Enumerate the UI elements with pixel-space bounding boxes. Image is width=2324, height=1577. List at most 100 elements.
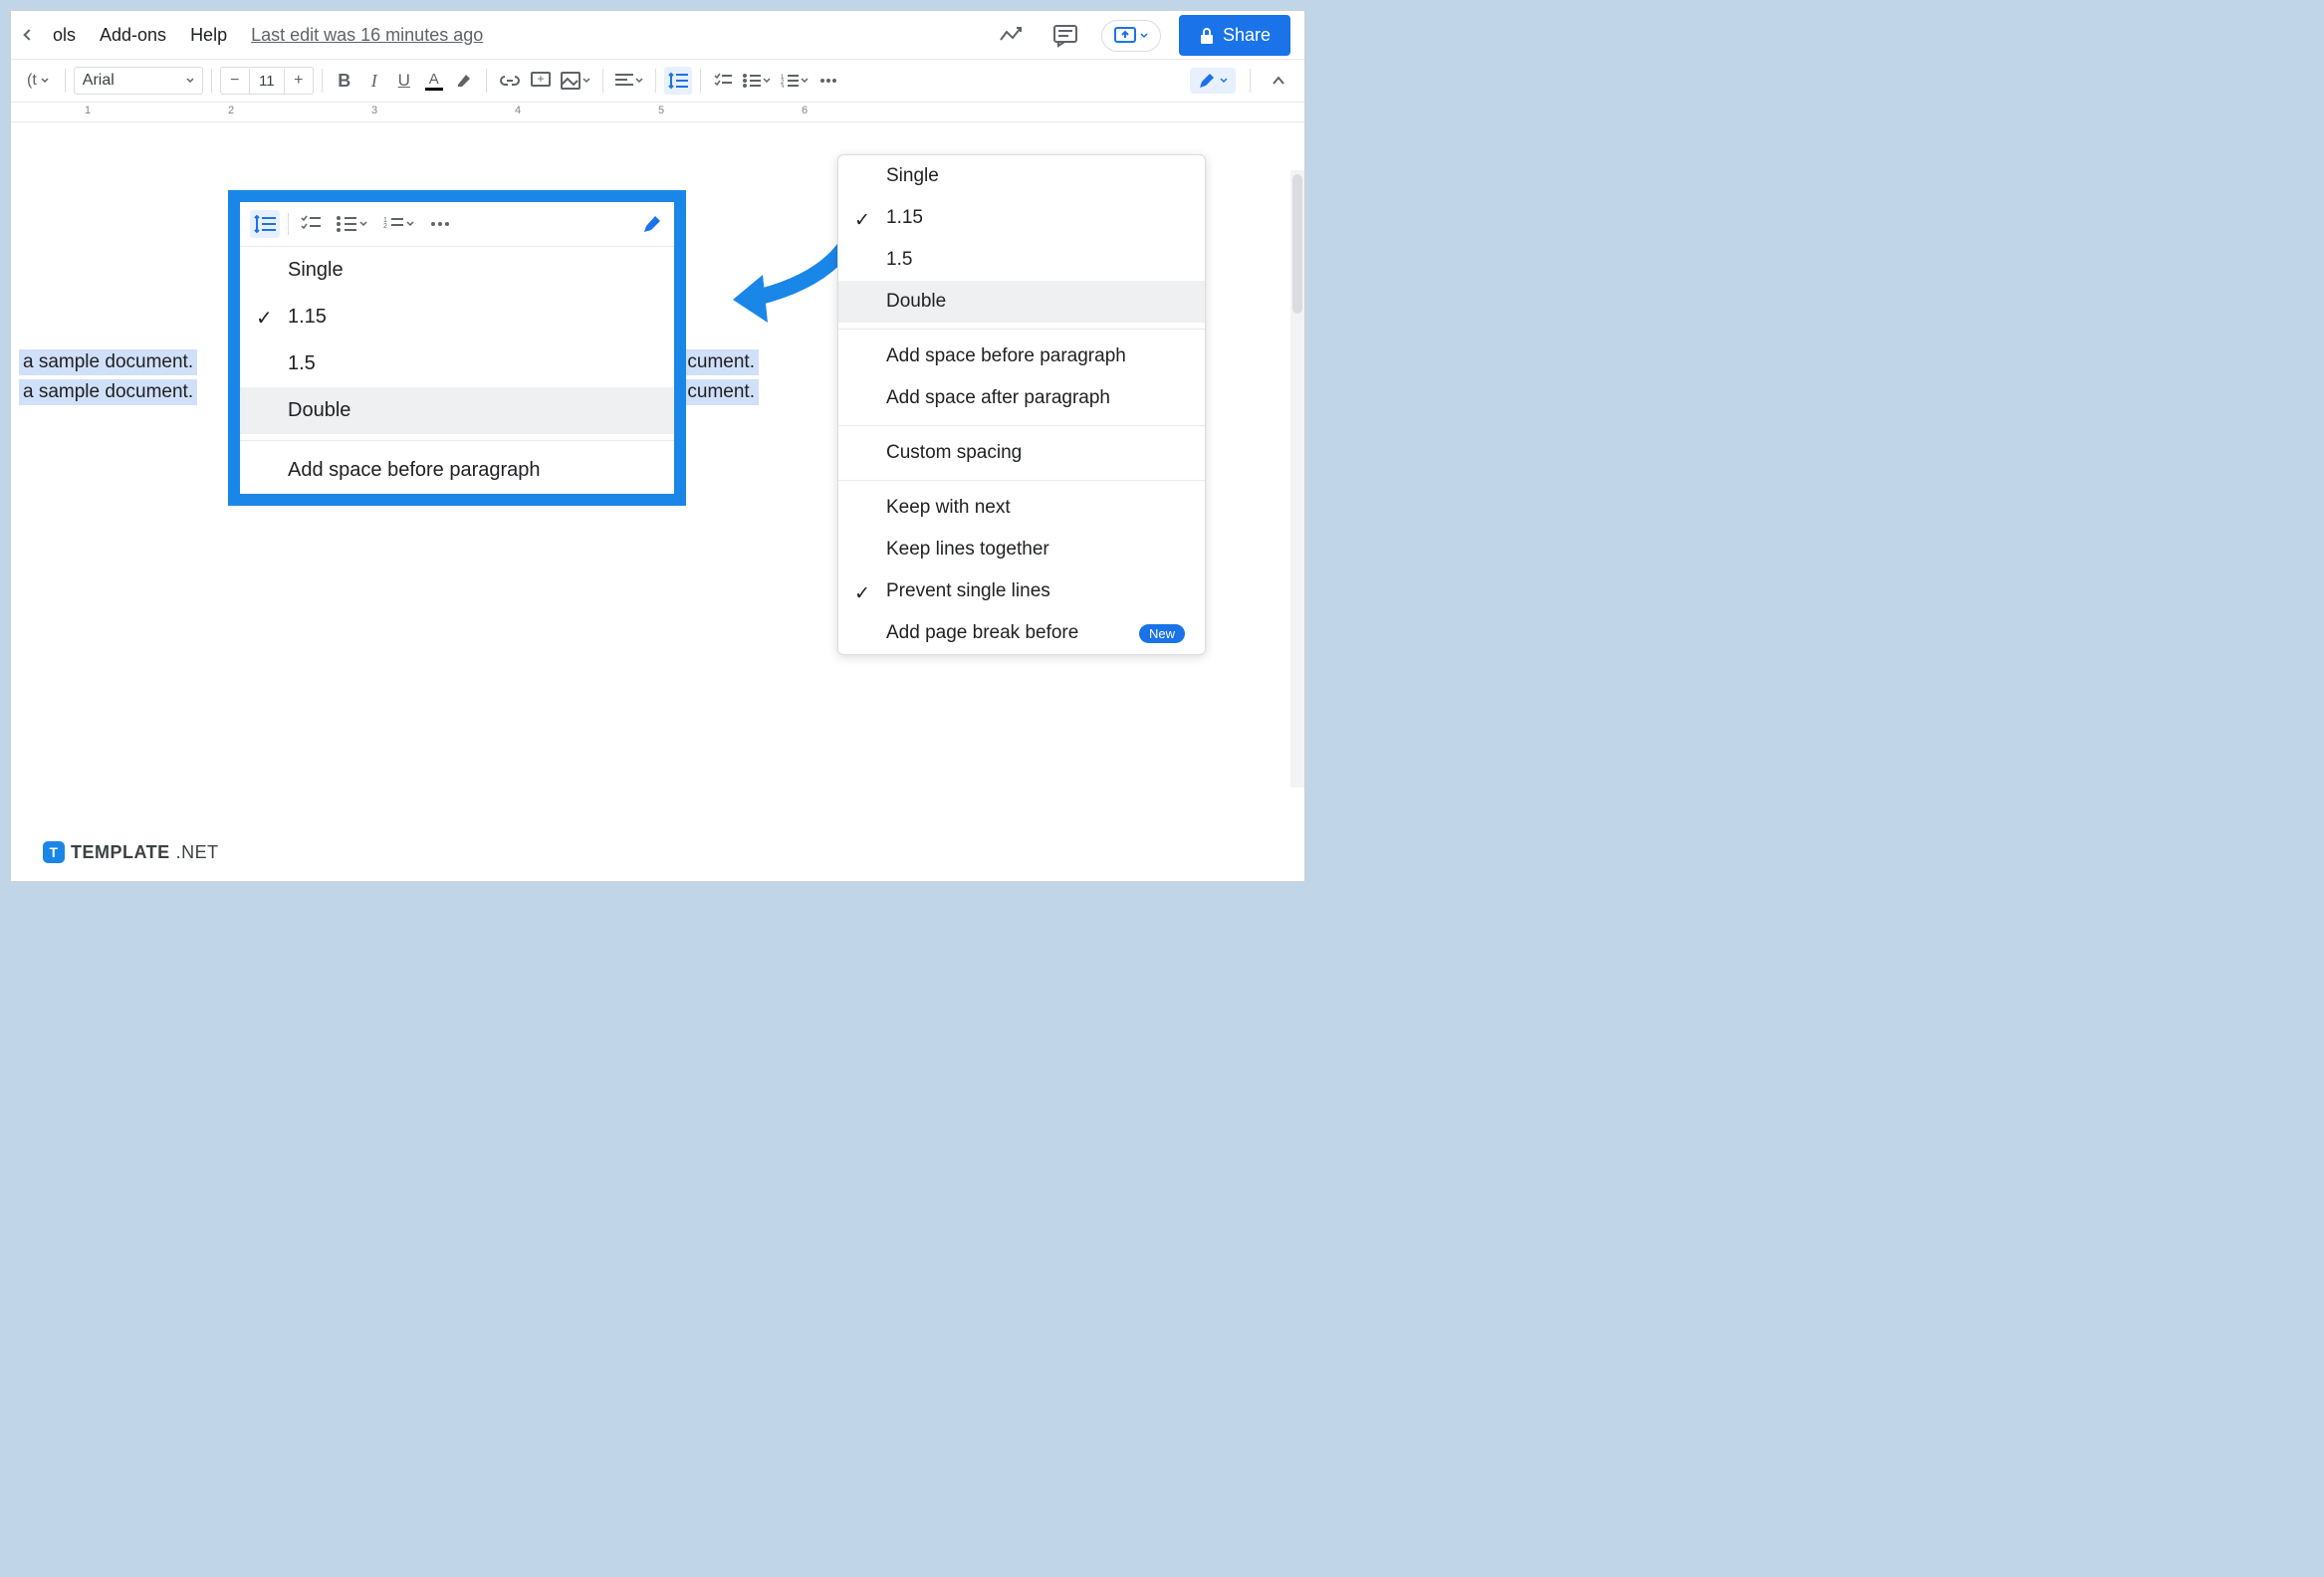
separator bbox=[322, 69, 323, 93]
chevron-down-icon bbox=[1220, 78, 1228, 84]
menu-label: 1.5 bbox=[288, 352, 316, 375]
keep-with-next[interactable]: Keep with next bbox=[838, 487, 1205, 529]
add-space-after[interactable]: Add space after paragraph bbox=[838, 377, 1205, 419]
chevron-down-icon bbox=[1140, 33, 1148, 39]
doc-text: a sample document. bbox=[19, 379, 197, 405]
keep-lines-together[interactable]: Keep lines together bbox=[838, 529, 1205, 570]
menu-label: Keep lines together bbox=[886, 539, 1049, 561]
doc-text: a sample document. bbox=[19, 349, 197, 375]
watermark-brand: TEMPLATE bbox=[71, 842, 170, 863]
ruler-mark: 5 bbox=[658, 105, 664, 116]
add-page-break-before[interactable]: Add page break before New bbox=[838, 612, 1205, 654]
spacing-15[interactable]: 1.5 bbox=[838, 239, 1205, 281]
menu-label: Add space before paragraph bbox=[288, 459, 541, 482]
doc-arrow-icon bbox=[23, 29, 34, 40]
pencil-icon bbox=[642, 214, 662, 234]
spacing-115[interactable]: ✓ 1.15 bbox=[240, 294, 674, 340]
callout-box: 12 Single ✓ 1.15 1.5 Double Add space be… bbox=[228, 190, 686, 506]
numbered-list-button[interactable]: 12 bbox=[379, 210, 418, 238]
collapse-button[interactable] bbox=[1265, 67, 1292, 95]
menu-label: 1.15 bbox=[288, 306, 327, 329]
styles-dropdown[interactable]: (t bbox=[19, 68, 57, 94]
new-badge: New bbox=[1139, 624, 1185, 643]
ruler-mark: 4 bbox=[515, 105, 521, 116]
separator bbox=[838, 480, 1205, 481]
underline-button[interactable]: U bbox=[390, 67, 418, 95]
watermark-badge: T bbox=[43, 841, 65, 863]
add-space-before[interactable]: Add space before paragraph bbox=[240, 447, 674, 494]
checklist-button[interactable] bbox=[709, 67, 737, 95]
chevron-down-icon bbox=[186, 78, 194, 84]
ruler-mark: 3 bbox=[371, 105, 377, 116]
menu-label: 1.15 bbox=[886, 207, 923, 229]
menu-label: Prevent single lines bbox=[886, 580, 1050, 602]
scrollbar[interactable] bbox=[1290, 170, 1304, 788]
font-select[interactable]: Arial bbox=[74, 67, 203, 95]
fontsize-decrease[interactable]: − bbox=[221, 68, 249, 94]
menu-label: 1.5 bbox=[886, 249, 912, 271]
activity-icon[interactable] bbox=[994, 18, 1030, 54]
menubar: ols Add-ons Help Last edit was 16 minute… bbox=[11, 11, 1304, 59]
line-spacing-button[interactable] bbox=[250, 210, 280, 238]
present-button[interactable] bbox=[1101, 20, 1161, 52]
spacing-single[interactable]: Single bbox=[240, 247, 674, 294]
add-space-before[interactable]: Add space before paragraph bbox=[838, 336, 1205, 377]
lock-icon bbox=[1199, 27, 1215, 45]
edit-mode-button[interactable] bbox=[1190, 68, 1236, 94]
app-frame: ols Add-ons Help Last edit was 16 minute… bbox=[10, 10, 1305, 882]
image-button[interactable] bbox=[557, 67, 594, 95]
scrollbar-thumb[interactable] bbox=[1292, 174, 1302, 314]
menu-label: Keep with next bbox=[886, 497, 1011, 519]
bullet-list-button[interactable] bbox=[739, 67, 775, 95]
menu-help[interactable]: Help bbox=[180, 17, 237, 54]
menu-tools[interactable]: ols bbox=[43, 17, 86, 54]
more-button[interactable] bbox=[426, 210, 454, 238]
menu-addons[interactable]: Add-ons bbox=[90, 17, 176, 54]
italic-button[interactable]: I bbox=[360, 67, 388, 95]
checklist-button[interactable] bbox=[297, 210, 325, 238]
fontsize-increase[interactable]: + bbox=[285, 68, 313, 94]
menubar-right: Share bbox=[994, 15, 1290, 56]
align-button[interactable] bbox=[611, 67, 647, 95]
callout-menu: Single ✓ 1.15 1.5 Double Add space befor… bbox=[240, 247, 674, 494]
spacing-single[interactable]: Single bbox=[838, 155, 1205, 197]
last-edit-link[interactable]: Last edit was 16 minutes ago bbox=[241, 25, 483, 46]
spacing-double[interactable]: Double bbox=[838, 281, 1205, 323]
svg-text:+: + bbox=[537, 72, 544, 86]
separator bbox=[486, 69, 487, 93]
share-label: Share bbox=[1223, 25, 1271, 46]
check-icon: ✓ bbox=[256, 306, 273, 331]
spacing-115[interactable]: ✓ 1.15 bbox=[838, 197, 1205, 239]
comments-icon[interactable] bbox=[1047, 18, 1083, 54]
check-icon: ✓ bbox=[854, 209, 870, 232]
toolbar-right bbox=[1190, 67, 1292, 95]
chevron-down-icon bbox=[582, 78, 590, 84]
spacing-15[interactable]: 1.5 bbox=[240, 340, 674, 387]
doc-text: cument. bbox=[683, 379, 759, 405]
text-color-button[interactable]: A bbox=[420, 67, 448, 95]
bold-button[interactable]: B bbox=[331, 67, 358, 95]
share-button[interactable]: Share bbox=[1179, 15, 1290, 56]
fontsize-value[interactable]: 11 bbox=[249, 69, 285, 94]
line-spacing-menu: Single ✓ 1.15 1.5 Double Add space befor… bbox=[837, 154, 1206, 655]
custom-spacing[interactable]: Custom spacing bbox=[838, 432, 1205, 474]
spacing-double[interactable]: Double bbox=[240, 387, 674, 434]
separator bbox=[240, 440, 674, 441]
styles-label: (t bbox=[27, 72, 37, 90]
edit-pencil-button[interactable] bbox=[638, 210, 666, 238]
line-spacing-button[interactable] bbox=[664, 67, 692, 95]
more-button[interactable] bbox=[814, 67, 842, 95]
comment-button[interactable]: + bbox=[527, 67, 555, 95]
link-button[interactable] bbox=[495, 67, 525, 95]
prevent-single-lines[interactable]: ✓ Prevent single lines bbox=[838, 570, 1205, 612]
highlight-button[interactable] bbox=[450, 67, 478, 95]
numbered-list-button[interactable]: 123 bbox=[777, 67, 813, 95]
bullet-list-button[interactable] bbox=[333, 210, 371, 238]
menu-label: Double bbox=[288, 399, 350, 422]
separator bbox=[211, 69, 212, 93]
svg-text:2: 2 bbox=[383, 223, 387, 230]
fontsize-stepper: − 11 + bbox=[220, 67, 314, 95]
ruler: 1 2 3 4 5 6 bbox=[11, 103, 1304, 122]
font-name: Arial bbox=[83, 72, 115, 90]
ruler-mark: 1 bbox=[85, 105, 91, 116]
